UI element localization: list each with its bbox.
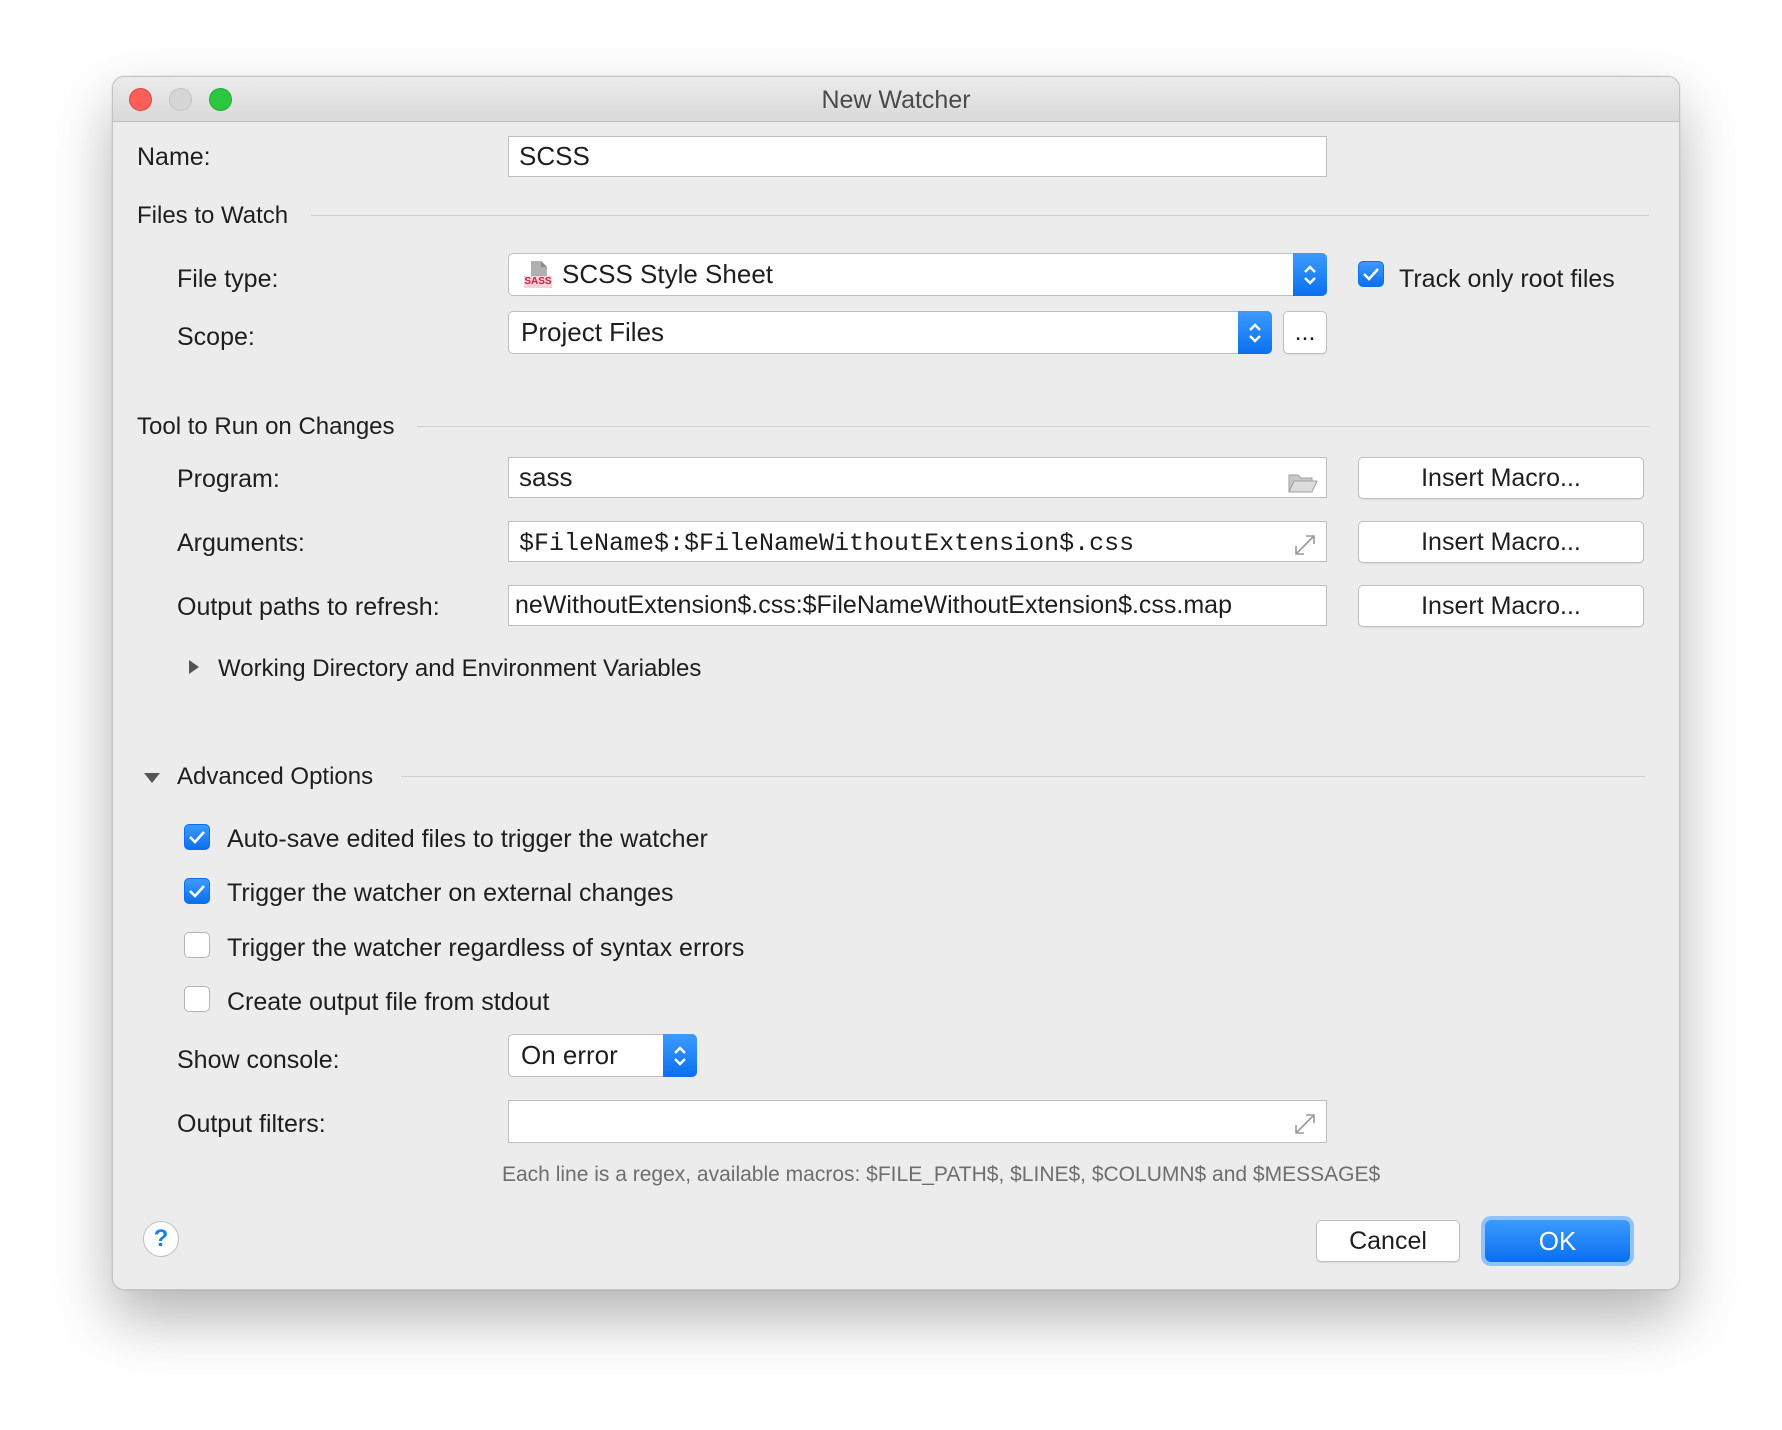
chevron-up-down-icon: [1304, 264, 1316, 285]
window-title: New Watcher: [821, 86, 971, 114]
scope-more-button[interactable]: ...: [1283, 311, 1327, 354]
working-dir-toggle[interactable]: Working Directory and Environment Variab…: [218, 655, 701, 683]
arguments-label: Arguments:: [177, 529, 305, 557]
checkmark-icon: [1363, 268, 1379, 281]
sass-icon-text: SASS: [524, 276, 552, 287]
show-console-stepper[interactable]: [663, 1034, 697, 1077]
tool-separator: [417, 426, 1649, 427]
tool-heading: Tool to Run on Changes: [137, 413, 395, 440]
sass-file-icon: SASS: [523, 259, 553, 289]
track-root-label: Track only root files: [1399, 265, 1615, 293]
files-to-watch-separator: [311, 215, 1649, 216]
scope-value: Project Files: [521, 317, 665, 347]
checkmark-icon: [189, 831, 205, 844]
show-console-label: Show console:: [177, 1046, 340, 1074]
program-input[interactable]: sass: [508, 457, 1327, 498]
output-filters-hint: Each line is a regex, available macros: …: [502, 1163, 1381, 1186]
file-type-stepper[interactable]: [1293, 253, 1327, 296]
output-filters-label: Output filters:: [177, 1110, 326, 1138]
program-label: Program:: [177, 465, 280, 493]
insert-macro-output-button[interactable]: Insert Macro...: [1358, 585, 1644, 627]
stdout-label: Create output file from stdout: [227, 988, 550, 1016]
show-console-select[interactable]: On error: [508, 1034, 697, 1077]
cancel-button[interactable]: Cancel: [1316, 1220, 1460, 1262]
advanced-options-heading[interactable]: Advanced Options: [177, 763, 373, 791]
scope-select[interactable]: Project Files: [508, 311, 1272, 354]
files-to-watch-heading: Files to Watch: [137, 202, 289, 229]
arguments-input[interactable]: $FileName$:$FileNameWithoutExtension$.cs…: [508, 521, 1327, 562]
arguments-value: $FileName$:$FileNameWithoutExtension$.cs…: [519, 529, 1135, 558]
help-button[interactable]: ?: [143, 1221, 179, 1257]
chevron-up-down-icon: [1249, 322, 1261, 343]
auto-save-label: Auto-save edited files to trigger the wa…: [227, 825, 708, 853]
program-value: sass: [519, 462, 573, 492]
expand-icon[interactable]: [1292, 1109, 1318, 1142]
scope-label: Scope:: [177, 323, 255, 351]
output-paths-label: Output paths to refresh:: [177, 593, 440, 621]
external-changes-label: Trigger the watcher on external changes: [227, 879, 674, 907]
external-changes-checkbox[interactable]: [184, 878, 210, 904]
advanced-separator: [401, 776, 1645, 777]
name-label: Name:: [137, 143, 211, 171]
title-bar: New Watcher: [113, 77, 1679, 122]
output-filters-input[interactable]: [508, 1100, 1327, 1143]
stdout-checkbox[interactable]: [184, 986, 210, 1012]
syntax-errors-checkbox[interactable]: [184, 932, 210, 958]
output-paths-input[interactable]: neWithoutExtension$.css:$FileNameWithout…: [508, 585, 1327, 626]
file-type-label: File type:: [177, 265, 279, 293]
chevron-up-down-icon: [674, 1045, 686, 1066]
insert-macro-arguments-button[interactable]: Insert Macro...: [1358, 521, 1644, 563]
checkmark-icon: [189, 885, 205, 898]
expand-icon[interactable]: [1292, 530, 1318, 561]
disclosure-expanded-icon[interactable]: [143, 771, 161, 789]
name-input[interactable]: SCSS: [508, 136, 1327, 177]
show-console-value: On error: [521, 1040, 618, 1070]
syntax-errors-label: Trigger the watcher regardless of syntax…: [227, 934, 745, 962]
new-watcher-dialog: New Watcher Name: SCSS Files to Watch Fi…: [112, 76, 1680, 1290]
file-type-value: SCSS Style Sheet: [562, 259, 773, 289]
ok-button[interactable]: OK: [1485, 1220, 1630, 1262]
disclosure-collapsed-icon[interactable]: [188, 659, 200, 680]
insert-macro-program-button[interactable]: Insert Macro...: [1358, 457, 1644, 499]
scope-stepper[interactable]: [1238, 311, 1272, 354]
auto-save-checkbox[interactable]: [184, 824, 210, 850]
folder-icon[interactable]: [1288, 466, 1318, 497]
track-root-checkbox[interactable]: [1358, 261, 1384, 287]
file-type-select[interactable]: SASS SCSS Style Sheet: [508, 253, 1327, 296]
